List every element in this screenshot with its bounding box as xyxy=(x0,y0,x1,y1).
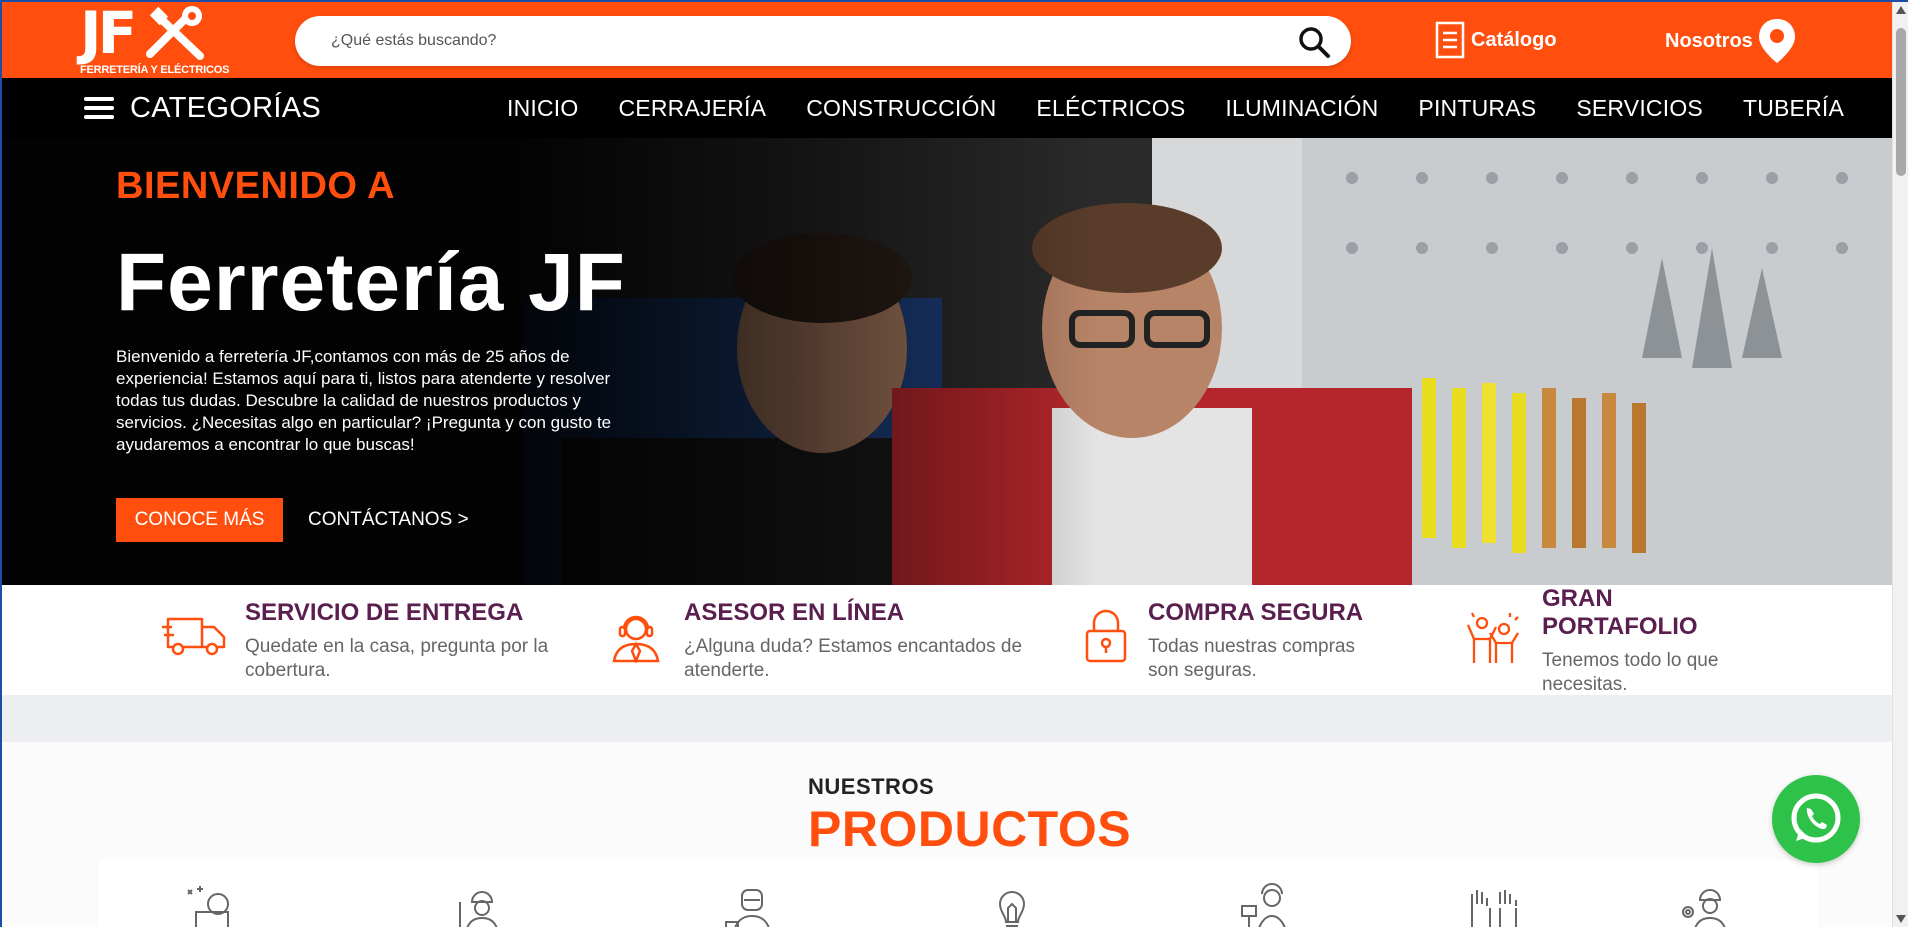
main-nav: CATEGORÍAS INICIO CERRAJERÍA CONSTRUCCIÓ… xyxy=(2,78,1892,138)
map-pin-icon xyxy=(1758,19,1795,63)
products-section: NUESTROS PRODUCTOS xyxy=(2,742,1892,927)
cleaning-tools-icon[interactable] xyxy=(182,882,242,927)
feature-title: GRAN PORTAFOLIO xyxy=(1542,585,1698,640)
painter-icon[interactable] xyxy=(1238,882,1298,927)
feature-description: Todas nuestras compras son seguras. xyxy=(1148,636,1355,681)
feature-description: ¿Alguna duda? Estamos encantados de aten… xyxy=(684,636,1023,681)
catalog-label: Catálogo xyxy=(1471,28,1557,51)
celebration-people-icon xyxy=(1466,612,1519,663)
logo[interactable]: JF FERRETERÍA Y ELÉCTRICOS xyxy=(80,0,230,78)
products-kicker: NUESTROS xyxy=(808,774,935,799)
catalog-link[interactable]: Catálogo xyxy=(1435,20,1557,60)
contact-us-link[interactable]: CONTÁCTANOS > xyxy=(308,498,469,542)
hero-banner: BIENVENIDO A Ferretería JF Bienvenido a … xyxy=(2,138,1892,585)
feature-description: Tenemos todo lo que necesitas. xyxy=(1542,650,1719,695)
feature-online-advisor: ASESOR EN LÍNEA ¿Alguna duda? Estamos en… xyxy=(582,585,1032,695)
scroll-up-arrow[interactable] xyxy=(1896,6,1906,14)
page-scrollbar[interactable] xyxy=(1892,2,1908,927)
tools-logo-icon xyxy=(146,6,204,60)
nav-link-iluminacion[interactable]: ILUMINACIÓN xyxy=(1225,95,1378,122)
search-input[interactable] xyxy=(331,16,1251,66)
nav-link-construccion[interactable]: CONSTRUCCIÓN xyxy=(806,95,996,122)
welder-icon[interactable] xyxy=(722,882,782,927)
light-bulb-icon[interactable] xyxy=(982,882,1042,927)
nav-link-tuberia[interactable]: TUBERÍA xyxy=(1743,95,1844,122)
page: JF FERRETERÍA Y ELÉCTRICOS ¿Qué estás bu… xyxy=(0,0,1908,927)
feature-title: SERVICIO DE ENTREGA xyxy=(245,599,524,626)
nav-link-cerrajeria[interactable]: CERRAJERÍA xyxy=(618,95,766,122)
section-divider xyxy=(2,695,1892,742)
logo-subtitle: FERRETERÍA Y ELÉCTRICOS xyxy=(80,64,230,76)
logo-mark: JF xyxy=(80,0,137,67)
hero-title: Ferretería JF xyxy=(116,237,626,328)
whatsapp-icon xyxy=(1791,793,1841,843)
search-icon[interactable] xyxy=(1297,25,1331,59)
feature-title: ASESOR EN LÍNEA xyxy=(684,599,905,626)
feature-secure-purchase: COMPRA SEGURA Todas nuestras compras son… xyxy=(1062,585,1442,695)
feature-description: Quedate en la casa, pregunta por la cobe… xyxy=(245,636,549,681)
nav-link-servicios[interactable]: SERVICIOS xyxy=(1576,95,1703,122)
nav-link-inicio[interactable]: INICIO xyxy=(507,95,578,122)
nav-links: INICIO CERRAJERÍA CONSTRUCCIÓN ELÉCTRICO… xyxy=(507,78,1884,138)
hamburger-icon xyxy=(84,97,114,119)
hero-kicker: BIENVENIDO A xyxy=(116,165,396,207)
nav-link-electricos[interactable]: ELÉCTRICOS xyxy=(1036,95,1185,122)
categories-label: CATEGORÍAS xyxy=(130,91,321,124)
feature-portfolio: GRAN PORTAFOLIO Tenemos todo lo que nece… xyxy=(1442,585,1802,695)
about-label: Nosotros xyxy=(1665,29,1753,52)
learn-more-button[interactable]: CONOCE MÁS xyxy=(116,498,283,542)
feature-title: COMPRA SEGURA xyxy=(1148,599,1364,626)
hero-description: Bienvenido a ferretería JF,contamos con … xyxy=(116,347,612,454)
top-header: JF FERRETERÍA Y ELÉCTRICOS ¿Qué estás bu… xyxy=(2,2,1892,78)
delivery-truck-icon xyxy=(162,617,226,656)
products-strip xyxy=(99,860,1817,927)
construction-worker-icon[interactable] xyxy=(452,882,512,927)
document-icon xyxy=(1435,21,1465,59)
search-bar xyxy=(295,16,1351,66)
gloves-icon[interactable] xyxy=(1464,882,1524,927)
scroll-thumb[interactable] xyxy=(1896,28,1906,176)
support-agent-icon xyxy=(612,615,660,663)
scroll-down-arrow[interactable] xyxy=(1896,915,1906,923)
whatsapp-button[interactable] xyxy=(1772,775,1860,863)
engineer-icon[interactable] xyxy=(1678,882,1738,927)
categories-menu-button[interactable]: CATEGORÍAS xyxy=(84,78,321,138)
products-title: PRODUCTOS xyxy=(808,801,1132,857)
features-row: SERVICIO DE ENTREGA Quedate en la casa, … xyxy=(2,585,1892,695)
about-link[interactable]: Nosotros xyxy=(1665,16,1797,66)
nav-link-pinturas[interactable]: PINTURAS xyxy=(1418,95,1536,122)
padlock-icon xyxy=(1085,609,1127,663)
feature-delivery: SERVICIO DE ENTREGA Quedate en la casa, … xyxy=(2,585,548,695)
